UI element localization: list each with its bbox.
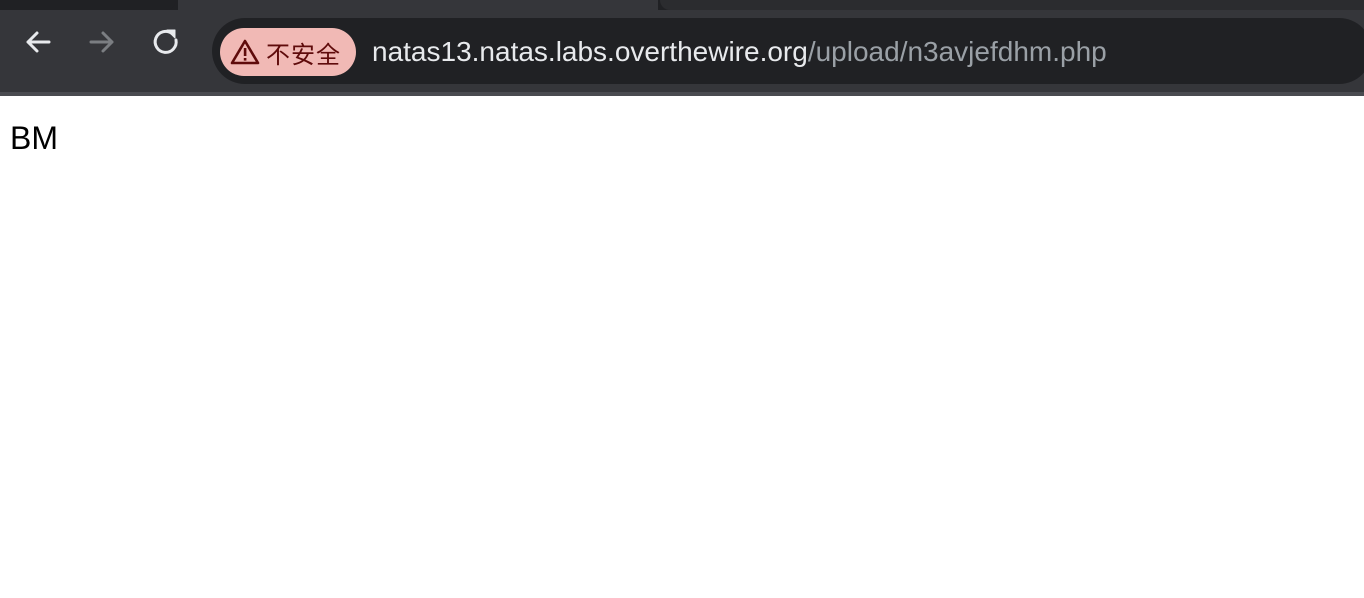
forward-arrow-icon	[89, 31, 114, 53]
warning-triangle-icon	[230, 38, 260, 66]
reload-button[interactable]	[148, 24, 184, 60]
tab-strip	[0, 0, 1364, 10]
security-chip-label: 不安全	[266, 40, 341, 69]
tab-inactive-left[interactable]	[0, 0, 176, 10]
back-button[interactable]	[20, 24, 56, 60]
url-host: natas13.natas.labs.overthewire.org	[372, 36, 808, 67]
security-chip[interactable]: 不安全	[220, 28, 356, 76]
reload-icon	[153, 29, 178, 54]
url-path: /upload/n3avjefdhm.php	[807, 36, 1107, 67]
url-text[interactable]: natas13.natas.labs.overthewire.org/uploa…	[372, 34, 1107, 70]
tab-inactive-right[interactable]	[660, 0, 1364, 10]
forward-button[interactable]	[84, 24, 120, 60]
browser-chrome: 不安全 natas13.natas.labs.overthewire.org/u…	[0, 0, 1364, 96]
page-content	[0, 96, 1364, 598]
back-arrow-icon	[26, 31, 51, 53]
page-body-text: BM	[10, 120, 58, 156]
tab-active[interactable]	[178, 0, 658, 10]
